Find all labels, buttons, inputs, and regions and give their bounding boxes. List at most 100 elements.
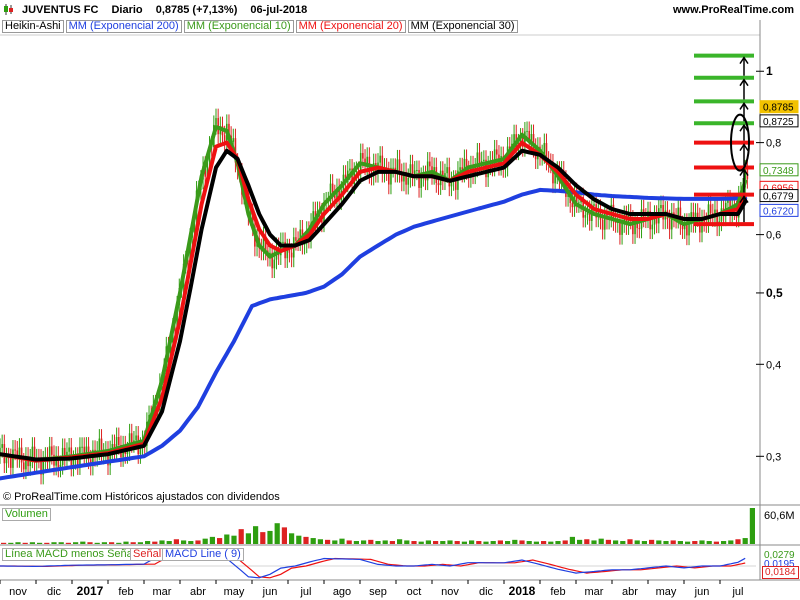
volume-bar [713,541,719,544]
x-tick-label: 2017 [77,584,104,598]
volume-bar [742,538,748,544]
volume-bar [476,541,482,544]
volume-bar [584,539,590,544]
volume-bar [526,541,532,544]
volume-bar [692,541,698,544]
candle-body [5,457,8,464]
candle-body [118,437,120,446]
x-tick-label: nov [9,586,27,598]
volume-bar [670,540,676,544]
candle-body [273,259,276,269]
volume-bar [188,541,194,544]
volume-label[interactable]: Volumen [2,508,51,521]
volume-bar [497,540,503,544]
candle-body [81,446,83,448]
candle-body [1,444,3,448]
volume-bar [411,541,417,544]
candle-body [14,449,16,451]
volume-bar [706,541,712,544]
x-tick-label: 2018 [509,584,536,598]
volume-bar [685,541,691,544]
volume-bar [1,542,7,544]
volume-bar [15,542,21,544]
volume-bar [22,542,28,544]
x-tick-label: feb [118,586,133,598]
volume-bar [137,542,143,544]
volume-bars [1,508,755,544]
ema-line [0,140,748,463]
volume-bar [483,541,489,544]
volume-value-label: 60,6M [762,510,797,522]
candle-body [601,219,604,230]
candle-body [571,203,574,208]
volume-bar [555,541,561,544]
price-label-text: 0,6720 [763,206,794,217]
volume-bar [569,536,575,544]
volume-bar [44,542,50,544]
candle-body [446,167,448,174]
volume-bar [116,542,122,544]
x-tick-label: ago [333,586,351,598]
volume-bar [404,540,410,544]
volume-bar [217,538,223,544]
volume-bar [303,536,309,544]
candle-body [543,143,546,155]
candle-body [407,177,410,185]
candle-body [651,224,654,230]
volume-bar [533,541,539,544]
y-tick-label: 0,8 [766,138,781,150]
price-label-text: 0,8725 [763,117,794,128]
volume-bar [577,539,583,544]
volume-bar [728,540,734,544]
volume-bar [101,542,107,544]
volume-bar [562,540,568,544]
volume-bar [245,533,251,544]
candle-body [437,183,440,186]
volume-bar [447,540,453,544]
volume-bar [677,541,683,544]
x-tick-label: dic [47,586,62,598]
volume-bar [613,540,619,544]
x-tick-label: jun [262,586,278,598]
macd-hist-label[interactable]: Línea MACD menos Señal [2,548,139,561]
volume-bar [123,541,129,544]
ema-line [0,125,748,463]
candle-body [638,228,641,230]
candle-body [416,169,418,171]
volume-bar [627,539,633,544]
x-tick-label: jun [694,586,710,598]
x-tick-label: may [656,586,677,598]
volume-bar [58,542,64,544]
price-label-text: 0,7348 [763,166,794,177]
volume-bar [440,541,446,544]
volume-bar [202,538,208,544]
volume-bar [253,526,259,544]
volume-bar [382,540,388,544]
macd-signal-label[interactable]: Señal [130,548,165,561]
volume-bar [505,541,511,544]
volume-bar [641,541,647,544]
x-tick-label: oct [407,586,422,598]
volume-bar [332,540,338,544]
volume-bar [238,529,244,544]
volume-bar [325,539,331,544]
volume-bar [274,523,280,544]
volume-bar [469,540,475,544]
volume-bar [339,538,345,544]
volume-bar [231,535,237,544]
volume-bar [397,539,403,544]
volume-bar [512,539,518,544]
candle-body [10,458,12,468]
volume-bar [649,539,655,544]
volume-bar [519,540,525,544]
volume-bar [461,541,467,544]
volume-bar [389,541,395,544]
ema-lines [0,125,748,481]
x-tick-label: dic [479,586,494,598]
macd-line-label[interactable]: MACD Line ( 9) [162,548,244,561]
volume-bar [454,541,460,544]
volume-bar [591,540,597,544]
price-chart[interactable]: 10,80,60,50,40,3 0,87850,87250,73480,695… [0,0,800,600]
volume-bar [267,530,273,544]
candle-body [392,167,394,169]
